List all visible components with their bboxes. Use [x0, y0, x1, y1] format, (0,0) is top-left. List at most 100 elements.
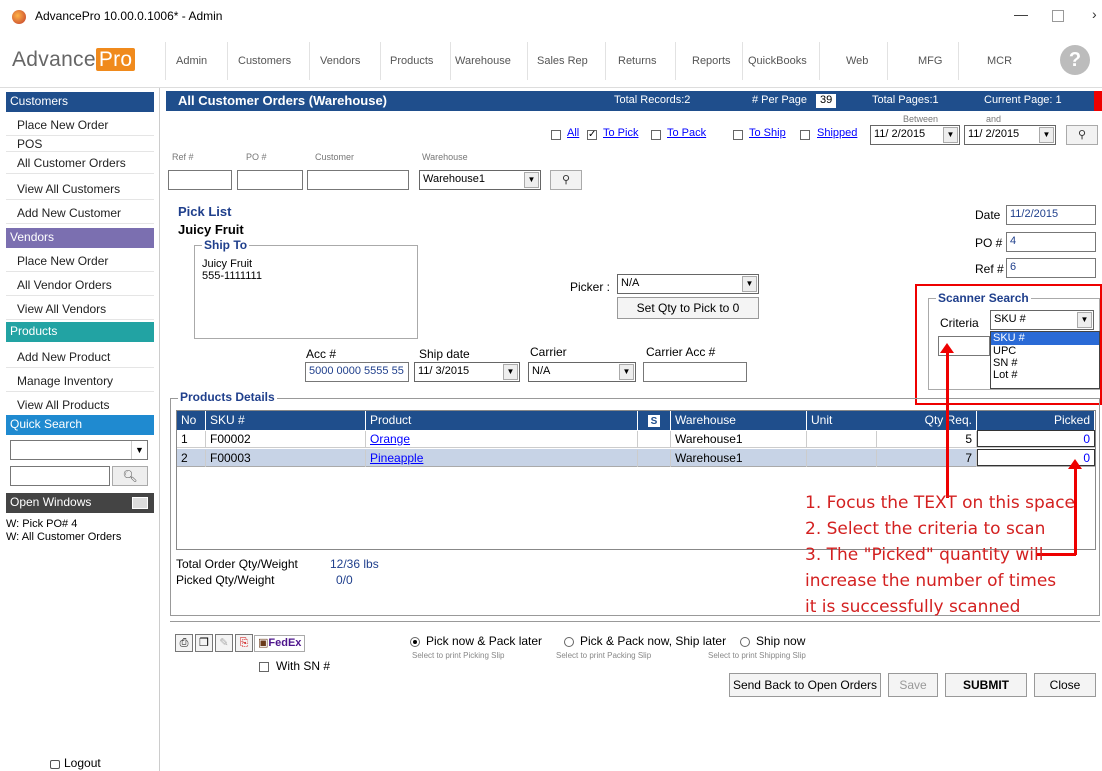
acc-label: Acc #	[306, 347, 337, 361]
cell-warehouse: Warehouse1	[671, 450, 807, 467]
sidebar-item-manage-inventory[interactable]: Manage Inventory	[6, 370, 154, 392]
column-header[interactable]: SKU #	[206, 411, 366, 430]
all-checkbox[interactable]	[551, 130, 561, 140]
nav-warehouse[interactable]: Warehouse	[455, 55, 511, 67]
column-header[interactable]: No	[177, 411, 206, 430]
warehouse-select[interactable]: Warehouse1 ▼	[419, 170, 541, 190]
pick-now-label[interactable]: Pick now & Pack later	[426, 634, 542, 648]
sidebar-item-place-new-order[interactable]: Place New Order	[6, 114, 154, 136]
search-key-icon[interactable]: ⚲	[1066, 125, 1098, 145]
carrier-label: Carrier	[530, 345, 567, 359]
carrier-select[interactable]: N/A ▼	[528, 362, 636, 382]
open-window-item[interactable]: W: Pick PO# 4	[6, 518, 77, 530]
sidebar-item-view-all-customers[interactable]: View All Customers	[6, 178, 154, 200]
date-to-picker[interactable]: 11/ 2/2015 ▼	[964, 125, 1056, 145]
nav-returns[interactable]: Returns	[618, 55, 657, 67]
quick-search-select[interactable]: ▼	[10, 440, 148, 460]
maximize-icon[interactable]	[1052, 10, 1064, 22]
filter-search-key-icon[interactable]: ⚲	[550, 170, 582, 190]
nav-web[interactable]: Web	[846, 55, 868, 67]
ship-now-label[interactable]: Ship now	[756, 634, 805, 648]
to-ship-checkbox[interactable]	[733, 130, 743, 140]
nav-customers[interactable]: Customers	[238, 55, 291, 67]
shipped-label[interactable]: Shipped	[817, 127, 857, 139]
sidebar-item-all-vendor-orders[interactable]: All Vendor Orders	[6, 274, 154, 296]
sidebar-head-vendors[interactable]: Vendors	[6, 228, 154, 248]
product-link[interactable]: Orange	[366, 431, 638, 448]
nav-sales-rep[interactable]: Sales Rep	[537, 55, 588, 67]
column-header[interactable]: Product	[366, 411, 638, 430]
per-page-input[interactable]: 39	[816, 94, 837, 108]
send-back-button[interactable]: Send Back to Open Orders	[729, 673, 881, 697]
pdf-icon[interactable]: ⎘	[235, 634, 253, 652]
shipped-checkbox[interactable]	[800, 130, 810, 140]
to-pick-checkbox[interactable]: ✓	[587, 130, 597, 140]
customer-input[interactable]	[307, 170, 409, 190]
close-button[interactable]: Close	[1034, 673, 1096, 697]
all-label[interactable]: All	[567, 127, 579, 139]
sidebar-item-view-all-products[interactable]: View All Products	[6, 394, 154, 416]
sidebar-item-add-new-product[interactable]: Add New Product	[6, 346, 154, 368]
sidebar-head-products[interactable]: Products	[6, 322, 154, 342]
date-from-picker[interactable]: 11/ 2/2015 ▼	[870, 125, 960, 145]
pick-now-radio[interactable]	[410, 637, 420, 647]
nav-vendors[interactable]: Vendors	[320, 55, 360, 67]
chevron-down-icon: ▼	[943, 127, 958, 143]
nav-reports[interactable]: Reports	[692, 55, 731, 67]
edit-icon[interactable]: ✎	[215, 634, 233, 652]
ship-now-radio[interactable]	[740, 637, 750, 647]
set-qty-button[interactable]: Set Qty to Pick to 0	[617, 297, 759, 319]
to-pick-label[interactable]: To Pick	[603, 127, 638, 139]
to-ship-label[interactable]: To Ship	[749, 127, 786, 139]
carrier-acc-input[interactable]	[643, 362, 747, 382]
pick-pack-label[interactable]: Pick & Pack now, Ship later	[580, 634, 726, 648]
print-icon[interactable]: ⎙	[175, 634, 193, 652]
close-window-icon[interactable]: ›	[1092, 6, 1097, 22]
acc-field[interactable]: 5000 0000 5555 55	[305, 362, 409, 382]
nav-admin[interactable]: Admin	[176, 55, 207, 67]
close-panel-icon[interactable]	[1094, 91, 1102, 111]
fedex-icon[interactable]: ▣FedEx	[254, 635, 306, 652]
window-title: AdvancePro 10.00.0.1006* - Admin	[35, 9, 223, 23]
cell-qty: 5	[877, 431, 977, 448]
to-pack-checkbox[interactable]	[651, 130, 661, 140]
sidebar-item-add-new-customer[interactable]: Add New Customer	[6, 202, 154, 224]
nav-quickbooks[interactable]: QuickBooks	[748, 55, 807, 67]
with-sn-checkbox[interactable]	[259, 662, 269, 672]
save-button[interactable]: Save	[888, 673, 938, 697]
submit-button[interactable]: SUBMIT	[945, 673, 1027, 697]
total-pages: Total Pages:1	[872, 94, 939, 106]
sidebar-head-customers[interactable]: Customers	[6, 92, 154, 112]
column-header[interactable]: Qty Req.	[877, 411, 977, 430]
ref-input[interactable]	[168, 170, 232, 190]
annotation-text: it is successfully scanned	[805, 597, 1021, 617]
ref-field[interactable]: 6	[1006, 258, 1096, 278]
copy-icon[interactable]: ❐	[195, 634, 213, 652]
open-window-item[interactable]: W: All Customer Orders	[6, 531, 121, 543]
date-field[interactable]: 11/2/2015	[1006, 205, 1096, 225]
sidebar-item-pos[interactable]: POS	[6, 136, 154, 152]
sidebar-item-view-all-vendors[interactable]: View All Vendors	[6, 298, 154, 320]
nav-products[interactable]: Products	[390, 55, 433, 67]
picked-input[interactable]: 0	[977, 430, 1095, 447]
picker-select[interactable]: N/A ▼	[617, 274, 759, 294]
po-input[interactable]	[237, 170, 303, 190]
column-header[interactable]: S	[638, 411, 671, 430]
logout-button[interactable]: Logout	[50, 756, 101, 770]
nav-mfg[interactable]: MFG	[918, 55, 942, 67]
product-link[interactable]: Pineapple	[366, 450, 638, 467]
sidebar-item-all-customer-orders[interactable]: All Customer Orders	[6, 152, 154, 174]
quick-search-input[interactable]	[10, 466, 110, 486]
sidebar-item-vendor-place-new-order[interactable]: Place New Order	[6, 250, 154, 272]
help-icon[interactable]: ?	[1060, 45, 1090, 75]
nav-mcr[interactable]: MCR	[987, 55, 1012, 67]
column-header[interactable]: Picked	[977, 411, 1095, 430]
column-header[interactable]: Warehouse	[671, 411, 807, 430]
search-icon[interactable]: 🔍︎	[112, 466, 148, 486]
minimize-icon[interactable]: —	[1014, 6, 1028, 22]
po-field[interactable]: 4	[1006, 232, 1096, 252]
ship-date-picker[interactable]: 11/ 3/2015 ▼	[414, 362, 520, 382]
list-icon[interactable]	[132, 497, 148, 509]
pick-pack-radio[interactable]	[564, 637, 574, 647]
to-pack-label[interactable]: To Pack	[667, 127, 706, 139]
